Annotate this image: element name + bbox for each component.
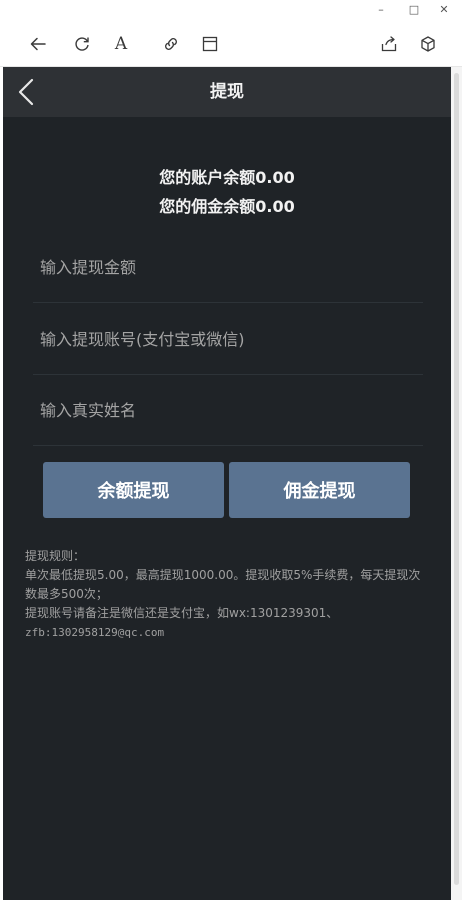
rules-line-2: 提现账号请备注是微信还是支付宝，如wx:1301239301、 [25,606,339,620]
rules-title: 提现规则： [25,549,86,563]
rules-line-1: 单次最低提现5.00，最高提现1000.00。提现收取5%手续费，每天提现次数最… [25,568,421,601]
account-field [33,304,423,375]
reload-icon[interactable] [70,32,94,56]
withdraw-rules: 提现规则： 单次最低提现5.00，最高提现1000.00。提现收取5%手续费，每… [25,547,425,642]
account-balance-text: 您的账户余额0.00 [159,168,295,187]
account-input[interactable] [40,304,420,374]
font-icon[interactable]: A [109,32,133,56]
minimize-button[interactable]: – [371,2,391,18]
commission-balance-text: 您的佣金余额0.00 [159,197,295,216]
link-icon[interactable] [159,32,183,56]
app-header: 提现 [3,67,451,117]
share-icon[interactable] [377,32,401,56]
app-viewport: 提现 您的账户余额0.00 您的佣金余额0.00 余额提现 佣金提现 提现规则：… [3,67,451,900]
real-name-input[interactable] [40,375,420,445]
browser-window: – □ ✕ A 提现 您的账户余额0.00 您的佣金余额0.00 输入提现金额 … [0,0,462,900]
name-field [33,375,423,446]
font-glyph: A [114,33,128,54]
close-window-button[interactable]: ✕ [434,2,454,18]
cube-icon[interactable] [416,32,440,56]
balance-withdraw-button[interactable]: 余额提现 [43,462,224,518]
window-controls: – □ ✕ [0,0,462,22]
page-title: 提现 [210,82,244,102]
reader-icon[interactable] [198,32,222,56]
amount-field [33,232,423,303]
amount-input[interactable] [40,232,420,302]
scrollbar[interactable] [451,67,462,900]
back-arrow-icon[interactable] [26,32,50,56]
rules-line-3: zfb:1302958129@qc.com [25,626,165,639]
browser-toolbar: A [0,22,462,67]
maximize-button[interactable]: □ [404,2,424,18]
commission-withdraw-button[interactable]: 佣金提现 [229,462,410,518]
scrollbar-thumb[interactable] [454,73,459,885]
